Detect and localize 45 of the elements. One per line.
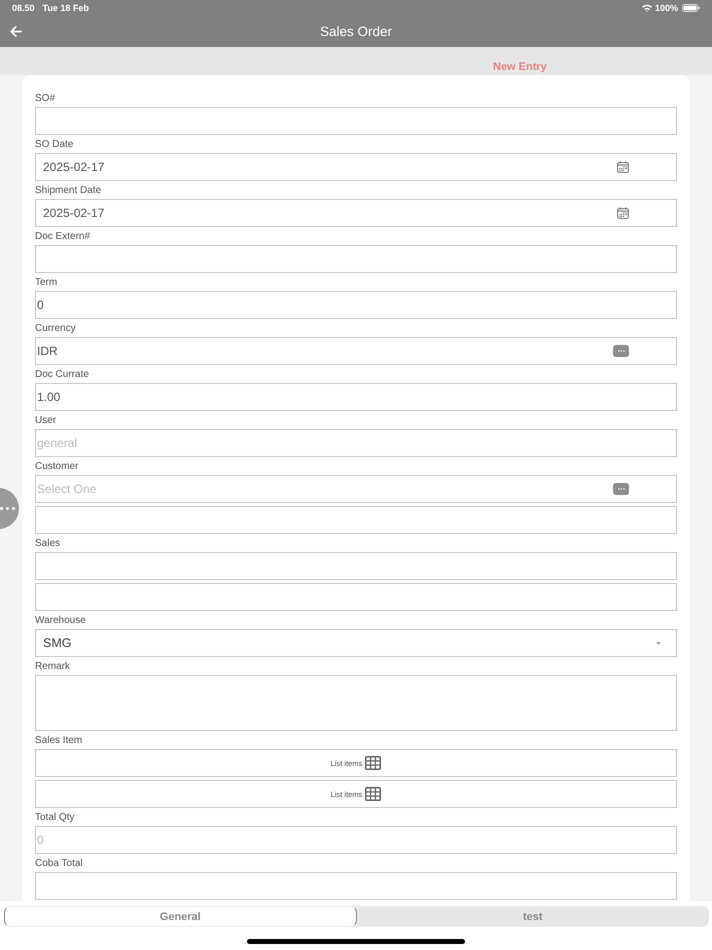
field-label: Warehouse [35,614,87,628]
arrow-left-icon [10,26,22,37]
calendar-icon [617,161,629,173]
field-label: SO# [35,92,56,106]
field-label: Doc Currate [35,368,90,382]
text-field[interactable] [35,107,677,135]
field-label: Term [35,276,58,290]
field-label: Total Qty [35,811,76,825]
battery-icon [682,4,700,12]
field-label: User [35,414,58,428]
battery-percent: 100% [654,3,678,13]
more-button[interactable] [613,483,629,495]
dropdown-field[interactable]: SMG [35,629,677,657]
status-time: 08.50 [12,3,35,13]
date-field[interactable]: 2025-02-17 [35,199,677,227]
ellipsis-icon [0,507,15,510]
more-button[interactable] [613,345,629,357]
field-label: Coba Total [35,857,84,871]
field-label: Currency [35,322,77,336]
page-title: Sales Order [320,24,392,39]
table-icon [365,787,382,801]
text-field[interactable] [35,872,677,900]
field-label: Doc Extern# [35,230,92,244]
field-label: Remark [35,660,72,674]
calendar-icon [617,207,629,219]
text-field[interactable] [35,583,677,611]
field-label: Sales [35,537,62,551]
status-date: Tue 18 Feb [42,3,89,13]
field-label: Shipment Date [35,184,102,198]
lookup-field[interactable]: IDR [35,337,677,365]
text-field[interactable] [35,245,677,273]
table-icon [365,756,382,770]
text-field[interactable]: 1.00 [35,383,677,411]
field-label: Sales Item [35,734,84,748]
text-area[interactable] [35,675,677,731]
date-field[interactable]: 2025-02-17 [35,153,677,181]
wifi-icon [642,4,652,12]
text-field[interactable] [35,552,677,580]
text-field[interactable] [35,506,677,534]
field-label: Customer [35,460,80,474]
entry-mode-label: New Entry [493,60,547,74]
back-button[interactable] [10,26,22,37]
caret-icon [656,642,661,644]
field-label: SO Date [35,138,74,152]
text-field[interactable]: 0 [35,291,677,319]
